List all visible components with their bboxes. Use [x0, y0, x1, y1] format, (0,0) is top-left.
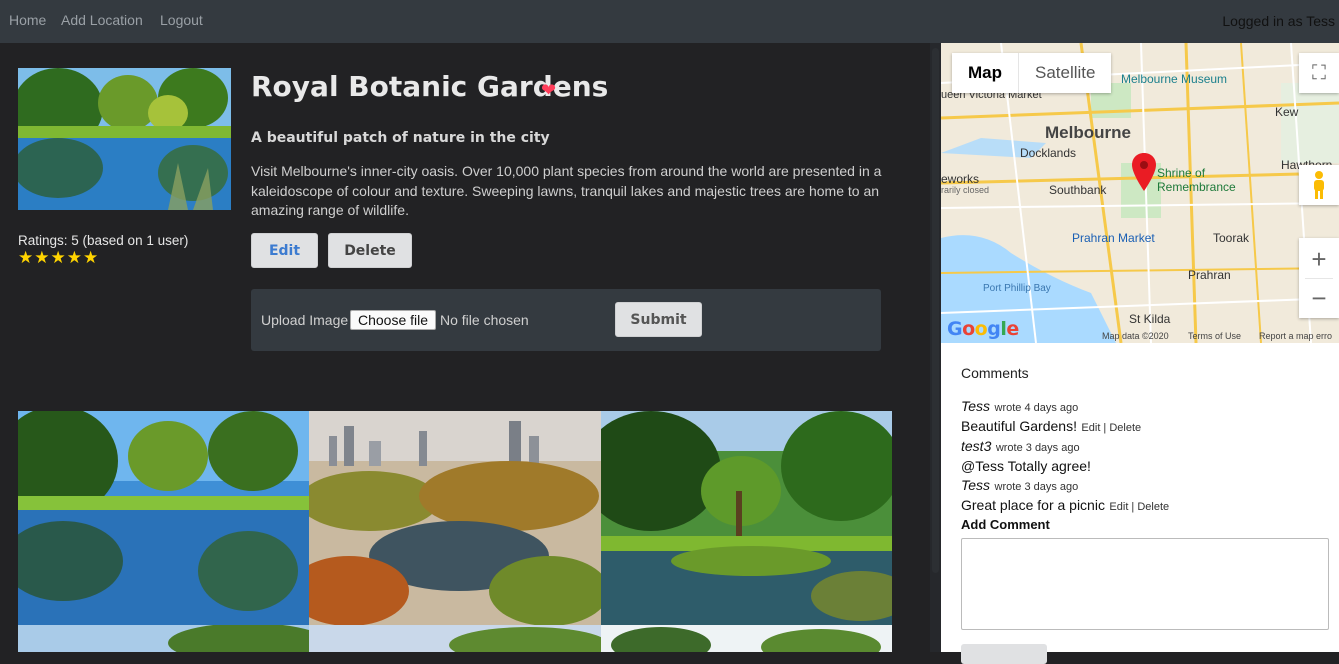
comment-timestamp: wrote 3 days ago	[995, 442, 1080, 454]
nav-logout-link[interactable]: Logout	[160, 12, 203, 28]
favorite-heart-icon[interactable]: ❤	[541, 80, 556, 101]
map-place-label: Toorak	[1213, 231, 1250, 245]
upload-image-form: Upload Image Choose file No file chosen …	[251, 289, 881, 351]
zoom-in-button[interactable]: +	[1311, 240, 1326, 278]
comment-body: @Tess Totally agree!	[961, 458, 1091, 476]
map-place-label: Prahran	[1188, 268, 1231, 282]
comment-edit-delete-links[interactable]: Edit | Delete	[1081, 422, 1141, 434]
map-tab-satellite[interactable]: Satellite	[1018, 53, 1111, 93]
comment-text: Beautiful Gardens!	[961, 418, 1077, 434]
map-place-label: Shrine of Remembrance	[1157, 166, 1236, 194]
map-place-label: Southbank	[1049, 183, 1107, 197]
comment-text: @Tess Totally agree!	[961, 458, 1091, 474]
report-map-error-link[interactable]: Report a map erro	[1259, 331, 1332, 341]
add-comment-heading: Add Comment	[961, 517, 1050, 532]
map-place-label: Melbourne Museum	[1121, 72, 1228, 86]
comments-heading: Comments	[961, 365, 1029, 381]
location-description: Visit Melbourne's inner-city oasis. Over…	[251, 163, 882, 218]
nav-add-location-link[interactable]: Add Location	[61, 12, 143, 28]
map-data-credit: Map data ©2020	[1102, 331, 1169, 341]
gallery-image[interactable]	[309, 625, 601, 652]
login-status: Logged in as Tess	[1222, 13, 1335, 29]
gallery-image[interactable]	[309, 411, 601, 625]
fullscreen-icon[interactable]: ⛶	[1299, 53, 1339, 93]
street-view-pegman-icon[interactable]	[1299, 165, 1339, 205]
map-place-label: Port Phillip Bay	[983, 283, 1051, 294]
comment-body: Great place for a picnic Edit | Delete	[961, 497, 1169, 515]
comment-header: Tess wrote 3 days ago	[961, 477, 1078, 495]
comment-body: Beautiful Gardens! Edit | Delete	[961, 418, 1141, 436]
map-place-label: St Kilda	[1129, 312, 1171, 326]
comment-timestamp: wrote 4 days ago	[994, 402, 1079, 414]
map-place-label: Kew	[1275, 105, 1299, 119]
comment-author: Tess	[961, 477, 991, 493]
choose-file-button[interactable]: Choose file	[350, 310, 436, 330]
comment-edit-delete-links[interactable]: Edit | Delete	[1109, 501, 1169, 513]
comment-header: test3 wrote 3 days ago	[961, 438, 1080, 456]
map-place-label: rarily closed	[941, 185, 990, 195]
ratings-text: Ratings: 5 (based on 1 user)	[18, 233, 189, 248]
file-status-text: No file chosen	[440, 312, 529, 328]
comment-text: Great place for a picnic	[961, 497, 1105, 513]
comment-header: Tess wrote 4 days ago	[961, 398, 1078, 416]
map-city-label: Melbourne	[1045, 123, 1131, 142]
star-rating[interactable]: ★★★★★	[18, 248, 99, 268]
map-place-label: eworks	[941, 172, 980, 186]
location-subtitle: A beautiful patch of nature in the city	[251, 130, 550, 146]
google-logo: Google	[947, 318, 1019, 340]
zoom-control: + −	[1299, 238, 1339, 318]
map-place-label: Docklands	[1020, 146, 1077, 160]
map-place-label: Prahran Market	[1072, 231, 1155, 245]
delete-button[interactable]: Delete	[328, 233, 412, 268]
comment-textarea[interactable]	[961, 538, 1329, 630]
comment-timestamp: wrote 3 days ago	[994, 481, 1079, 493]
scrollbar-thumb[interactable]	[932, 48, 939, 573]
upload-image-label: Upload Image	[261, 312, 349, 328]
comment-submit-button[interactable]	[961, 644, 1047, 664]
map-marker-icon[interactable]	[1132, 153, 1156, 191]
map-type-tabs: Map Satellite	[952, 53, 1112, 93]
gallery-image[interactable]	[18, 625, 309, 652]
nav-home-link[interactable]: Home	[9, 12, 46, 28]
comments-panel: Comments Tess wrote 4 days ago Beautiful…	[941, 343, 1339, 664]
comment-author: Tess	[961, 398, 991, 414]
navbar: Home Add Location Logout Logged in as Te…	[0, 0, 1339, 43]
location-thumbnail	[18, 68, 231, 210]
map-tab-map[interactable]: Map	[952, 53, 1018, 93]
edit-button[interactable]: Edit	[251, 233, 318, 268]
gallery-image[interactable]	[601, 411, 892, 625]
upload-submit-button[interactable]: Submit	[615, 302, 702, 337]
gallery-image[interactable]	[601, 625, 892, 652]
gallery-image[interactable]	[18, 411, 309, 625]
comment-author: test3	[961, 438, 992, 454]
map-terms-link[interactable]: Terms of Use	[1188, 331, 1241, 341]
zoom-out-button[interactable]: −	[1311, 279, 1326, 317]
location-map[interactable]: Melbourne Museum ueen Victoria Market Me…	[941, 43, 1339, 343]
